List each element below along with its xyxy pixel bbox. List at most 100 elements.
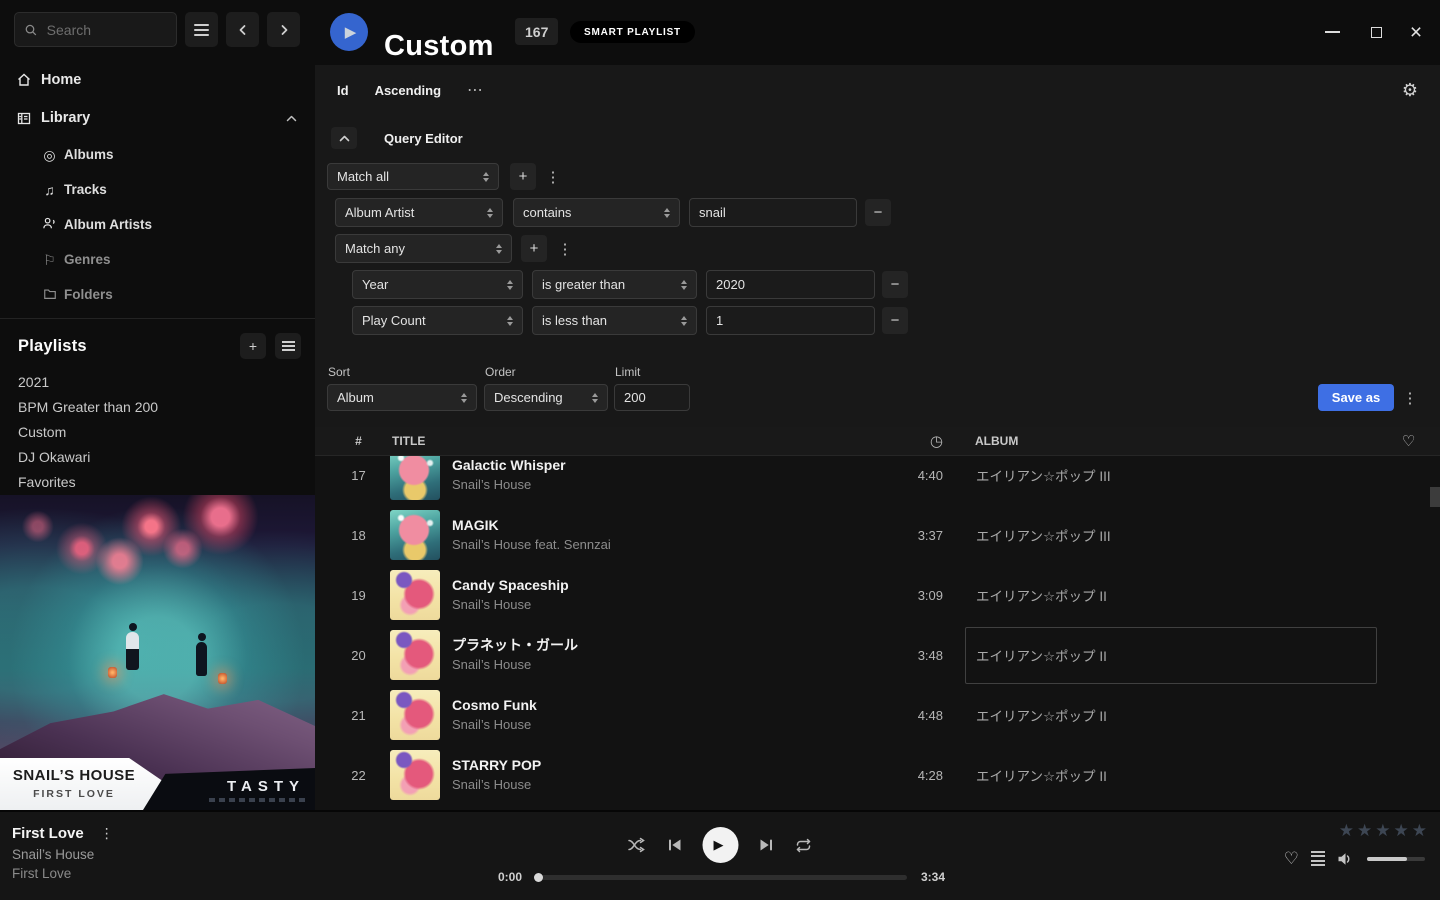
rule-value-input[interactable] [706,306,875,335]
rule-field-select[interactable]: Year [352,270,523,299]
favorite-button[interactable]: ♡ [1284,850,1299,867]
window-close-button[interactable]: × [1402,18,1430,46]
column-header-number[interactable]: # [315,434,390,448]
sidebar-item-home[interactable]: Home [0,61,315,99]
home-icon [16,72,32,88]
nav-forward-button[interactable] [267,12,300,47]
nav-back-button[interactable] [226,12,259,47]
track-row[interactable]: 22 STARRY POP Snail’s House 4:28 エイリアン☆ポ… [315,745,1440,805]
sidebar-item-album-artists[interactable]: Album Artists [0,207,315,242]
rule-field-select[interactable]: Play Count [352,306,523,335]
playlist-item[interactable]: BPM Greater than 200 [18,394,301,419]
rule-operator-select[interactable]: contains [513,198,680,227]
album-art-figure [196,633,207,676]
star-icon[interactable]: ★ [1339,822,1354,839]
plus-icon: + [519,168,528,185]
more-options-button[interactable]: ⋯ [467,80,485,100]
sidebar-item-genres[interactable]: ⚐ Genres [0,242,315,277]
column-header-title[interactable]: TITLE [390,434,893,448]
playlist-item[interactable]: DJ Okawari [18,444,301,469]
star-icon[interactable]: ★ [1357,822,1372,839]
track-duration: 4:48 [893,708,943,723]
rule-operator-select[interactable]: is greater than [532,270,697,299]
rule-value-input[interactable] [706,270,875,299]
chevron-up-icon[interactable] [286,110,297,126]
add-playlist-button[interactable]: + [240,333,266,359]
sort-order-button[interactable]: Ascending [375,83,441,98]
track-row[interactable]: 18 MAGIK Snail’s House feat. Sennzai 3:3… [315,505,1440,565]
column-header-album[interactable]: ALBUM [965,434,1377,448]
track-album-cell-focused[interactable]: エイリアン☆ポップ II [965,627,1377,684]
settings-gear-button[interactable]: ⚙ [1402,81,1418,99]
remove-rule-button[interactable]: − [865,199,891,226]
play-button[interactable]: ▶ [703,827,739,863]
previous-button[interactable] [667,838,683,852]
seek-bar[interactable] [536,875,907,880]
close-icon: × [1410,22,1422,43]
playlist-play-button[interactable]: ▶ [330,13,368,51]
sidebar-item-folders[interactable]: Folders [0,277,315,312]
query-more-button[interactable]: ⋮ [1400,384,1420,411]
sidebar-item-library[interactable]: Library [0,99,315,137]
remove-rule-button[interactable]: − [882,271,908,298]
track-album-cell[interactable]: エイリアン☆ポップ II [965,687,1377,744]
sidebar: Home Library ◎ Albums ♫ Tracks [0,0,315,810]
query-editor-collapse-button[interactable] [331,127,357,149]
match-group-select[interactable]: Match any [335,234,512,263]
group-more-button[interactable]: ⋮ [555,235,575,262]
track-album-cell[interactable]: エイリアン☆ポップ II [965,567,1377,624]
shuffle-button[interactable] [628,837,647,853]
volume-slider[interactable] [1367,857,1425,861]
order-select[interactable]: Descending [484,384,608,411]
track-row[interactable]: 20 プラネット・ガール Snail’s House 3:48 エイリアン☆ポッ… [315,625,1440,685]
track-row[interactable]: 21 Cosmo Funk Snail’s House 4:48 エイリアン☆ポ… [315,685,1440,745]
seek-handle[interactable] [534,873,543,882]
now-playing-artist[interactable]: Snail’s House [12,847,114,862]
save-as-button[interactable]: Save as [1318,384,1394,411]
rule-value-input[interactable] [689,198,857,227]
track-artist: Snail’s House feat. Sennzai [452,537,893,554]
rating-stars[interactable]: ★ ★ ★ ★ ★ [1339,822,1427,839]
now-playing-album[interactable]: First Love [12,866,114,881]
limit-input[interactable] [614,384,690,411]
clock-icon[interactable]: ◷ [893,434,943,449]
more-vertical-icon: ⋮ [558,240,573,258]
track-album-cell[interactable]: エイリアン☆ポップ II [965,747,1377,804]
star-icon[interactable]: ★ [1394,822,1409,839]
repeat-button[interactable] [795,838,813,853]
heart-icon[interactable]: ♡ [1377,434,1440,449]
sidebar-item-albums[interactable]: ◎ Albums [0,137,315,172]
menu-button[interactable] [185,12,218,47]
track-album-cell[interactable]: エイリアン☆ポップ III [965,507,1377,564]
star-icon[interactable]: ★ [1412,822,1427,839]
vertical-scrollbar-thumb[interactable] [1430,487,1440,507]
window-minimize-button[interactable] [1318,18,1346,46]
track-row[interactable]: 19 Candy Spaceship Snail’s House 3:09 エイ… [315,565,1440,625]
group-more-button[interactable]: ⋮ [543,163,563,190]
queue-button[interactable] [1311,851,1325,867]
match-group-select[interactable]: Match all [327,163,499,190]
remove-rule-button[interactable]: − [882,307,908,334]
next-button[interactable] [759,838,775,852]
add-rule-button[interactable]: + [510,163,536,190]
playlist-list-options-button[interactable] [275,333,301,359]
playlist-item[interactable]: 2021 [18,369,301,394]
window-maximize-button[interactable] [1362,18,1390,46]
rule-field-select[interactable]: Album Artist [335,198,503,227]
now-playing-more-button[interactable]: ⋮ [100,825,114,842]
search-box[interactable] [14,12,177,47]
playlist-item[interactable]: Favorites [18,469,301,494]
volume-icon[interactable] [1337,852,1355,866]
sidebar-item-tracks[interactable]: ♫ Tracks [0,172,315,207]
search-input[interactable] [45,21,166,39]
sort-field-button[interactable]: Id [337,83,349,98]
playlist-item[interactable]: Custom [18,419,301,444]
star-icon[interactable]: ★ [1375,822,1390,839]
sidebar-item-label: Folders [64,287,113,302]
sort-select[interactable]: Album [327,384,477,411]
add-rule-button[interactable]: + [521,235,547,262]
now-playing-info: First Love ⋮ Snail’s House First Love [12,825,114,881]
rule-operator-select[interactable]: is less than [532,306,697,335]
chevron-up-icon [339,135,350,142]
playlists-title: Playlists [18,337,87,356]
